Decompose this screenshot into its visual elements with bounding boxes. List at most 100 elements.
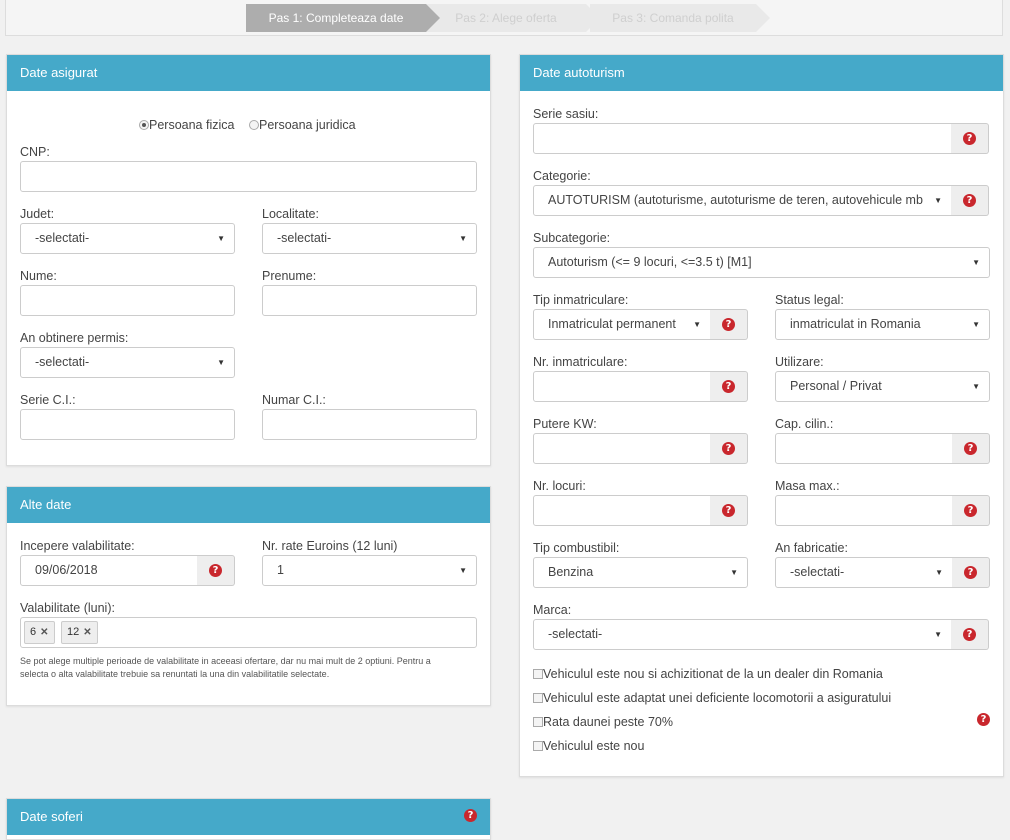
checkbox-vehicul-nou[interactable]: Vehiculul este nou [533,739,644,753]
an-fabricatie-label: An fabricatie: [775,541,848,555]
question-circle-icon[interactable]: ? [963,194,976,207]
panel-date-soferi: Date soferi ? [6,798,491,840]
checkbox-vehicul-nou-dealer[interactable]: Vehiculul este nou si achizitionat de la… [533,667,883,681]
panel-title: Date autoturism [520,55,1003,91]
categorie-select[interactable]: AUTOTURISM (autoturisme, autoturisme de … [533,185,952,216]
categorie-label: Categorie: [533,169,591,183]
status-legal-label: Status legal: [775,293,844,307]
panel-date-asigurat: Date asigurat Persoana fizica Persoana j… [6,54,491,466]
serie-ci-label: Serie C.I.: [20,393,76,407]
putere-kw-label: Putere KW: [533,417,597,431]
close-icon[interactable]: ✕ [83,627,91,638]
cap-cilin-input[interactable] [775,433,953,464]
rate-select[interactable]: 1 [262,555,477,586]
valabilitate-note-2: selecta o alta valabilitate trebuie sa r… [20,669,330,679]
nr-locuri-label: Nr. locuri: [533,479,586,493]
categorie-help-addon[interactable]: ? [951,185,989,216]
nr-inmatriculare-label: Nr. inmatriculare: [533,355,628,369]
judet-select[interactable]: -selectati- [20,223,235,254]
question-circle-icon[interactable]: ? [464,809,477,822]
question-circle-icon[interactable]: ? [964,504,977,517]
nr-locuri-help-addon[interactable]: ? [710,495,748,526]
checkbox-vehicul-adaptat[interactable]: Vehiculul este adaptat unei deficiente l… [533,691,891,705]
status-legal-select[interactable]: inmatriculat in Romania [775,309,990,340]
utilizare-label: Utilizare: [775,355,824,369]
marca-select[interactable]: -selectati- [533,619,952,650]
nume-label: Nume: [20,269,57,283]
question-circle-icon[interactable]: ? [977,713,990,726]
putere-kw-input[interactable] [533,433,711,464]
incepere-help-addon[interactable]: ? [197,555,235,586]
localitate-select[interactable]: -selectati- [262,223,477,254]
incepere-label: Incepere valabilitate: [20,539,135,553]
question-circle-icon[interactable]: ? [722,504,735,517]
checkbox-icon[interactable] [533,717,543,727]
cnp-label: CNP: [20,145,50,159]
tip-combustibil-select[interactable]: Benzina [533,557,748,588]
numar-ci-input[interactable] [262,409,477,440]
question-circle-icon[interactable]: ? [209,564,222,577]
localitate-label: Localitate: [262,207,319,221]
serie-ci-input[interactable] [20,409,235,440]
serie-sasiu-label: Serie sasiu: [533,107,599,121]
step-1[interactable]: Pas 1: Completeaza date [246,4,440,32]
step-2: Pas 2: Alege oferta [426,4,600,32]
subcategorie-select[interactable]: Autoturism (<= 9 locuri, <=3.5 t) [M1] [533,247,990,278]
nr-inmatriculare-help-addon[interactable]: ? [710,371,748,402]
question-circle-icon[interactable]: ? [722,442,735,455]
persoana-juridica-radio[interactable]: Persoana juridica [249,118,356,132]
steps-bar: Pas 1: Completeaza date Pas 2: Alege ofe… [5,0,1003,36]
nr-inmatriculare-input[interactable] [533,371,711,402]
panel-title: Date soferi ? [7,799,490,835]
persoana-fizica-radio[interactable]: Persoana fizica [139,118,234,132]
judet-label: Judet: [20,207,55,221]
nr-locuri-input[interactable] [533,495,711,526]
question-circle-icon[interactable]: ? [722,318,735,331]
marca-help-addon[interactable]: ? [951,619,989,650]
question-circle-icon[interactable]: ? [722,380,735,393]
masa-max-input[interactable] [775,495,953,526]
checkbox-icon[interactable] [533,669,543,679]
masa-max-help-addon[interactable]: ? [952,495,990,526]
question-circle-icon[interactable]: ? [964,442,977,455]
tip-inmatriculare-select[interactable]: Inmatriculat permanent [533,309,711,340]
cap-cilin-help-addon[interactable]: ? [952,433,990,464]
incepere-input[interactable]: 09/06/2018 [20,555,198,586]
serie-sasiu-help-addon[interactable]: ? [951,123,989,154]
serie-sasiu-input[interactable] [533,123,952,154]
valabilitate-label: Valabilitate (luni): [20,601,115,615]
an-fabricatie-help-addon[interactable]: ? [952,557,990,588]
putere-kw-help-addon[interactable]: ? [710,433,748,464]
an-permis-select[interactable]: -selectati- [20,347,235,378]
masa-max-label: Masa max.: [775,479,840,493]
checkbox-icon[interactable] [533,741,543,751]
checkbox-rata-daunei[interactable]: Rata daunei peste 70% [533,715,673,729]
cnp-input[interactable] [20,161,477,192]
checkbox-icon[interactable] [533,693,543,703]
cap-cilin-label: Cap. cilin.: [775,417,834,431]
panel-alte-date: Alte date Incepere valabilitate: 09/06/2… [6,486,491,706]
valabilitate-note-1: Se pot alege multiple perioade de valabi… [20,656,431,666]
tip-inmatriculare-help-addon[interactable]: ? [710,309,748,340]
radio-unchecked-icon[interactable] [249,120,259,130]
radio-checked-icon[interactable] [139,120,149,130]
rate-label: Nr. rate Euroins (12 luni) [262,539,398,553]
question-circle-icon[interactable]: ? [963,628,976,641]
subcategorie-label: Subcategorie: [533,231,611,245]
nume-input[interactable] [20,285,235,316]
panel-title: Date asigurat [7,55,490,91]
marca-label: Marca: [533,603,572,617]
numar-ci-label: Numar C.I.: [262,393,326,407]
close-icon[interactable]: ✕ [40,627,48,638]
tip-combustibil-label: Tip combustibil: [533,541,620,555]
tip-inmatriculare-label: Tip inmatriculare: [533,293,629,307]
an-fabricatie-select[interactable]: -selectati- [775,557,953,588]
question-circle-icon[interactable]: ? [964,566,977,579]
utilizare-select[interactable]: Personal / Privat [775,371,990,402]
panel-title: Alte date [7,487,490,523]
question-circle-icon[interactable]: ? [963,132,976,145]
an-permis-label: An obtinere permis: [20,331,129,345]
panel-date-autoturism: Date autoturism Serie sasiu: ? Categorie… [519,54,1004,777]
step-3: Pas 3: Comanda polita [590,4,770,32]
prenume-input[interactable] [262,285,477,316]
